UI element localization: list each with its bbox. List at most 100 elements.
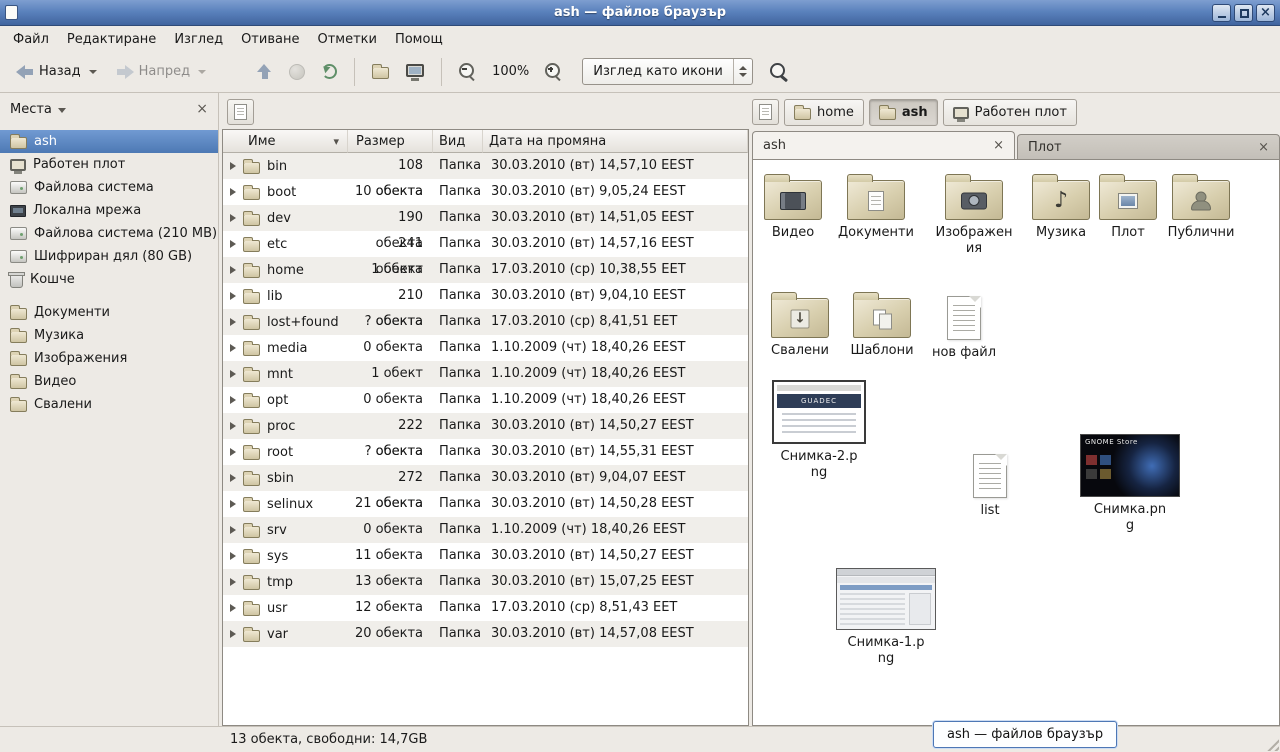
zoom-in-button[interactable]	[538, 57, 569, 87]
search-button[interactable]	[756, 57, 795, 87]
sidebar-item-6[interactable]: Кошче	[0, 268, 218, 291]
column-header-type[interactable]: Вид	[433, 130, 483, 153]
file-item-snimka[interactable]: GNOME Store Снимка.png	[1078, 434, 1182, 534]
column-header-name[interactable]: Име ▾	[223, 130, 348, 153]
menu-item-4[interactable]: Отметки	[308, 29, 385, 50]
menu-item-2[interactable]: Изглед	[165, 29, 232, 50]
table-row[interactable]: tmp13 обектаПапка30.03.2010 (вт) 15,07,2…	[223, 569, 748, 595]
zoom-out-button[interactable]	[452, 57, 483, 87]
back-dropdown-icon[interactable]	[89, 70, 97, 74]
expander-icon[interactable]	[230, 448, 236, 456]
computer-button[interactable]	[399, 57, 431, 87]
icon-view[interactable]: Видео Документи Изображения ♪ Музика Пло…	[752, 159, 1280, 726]
titlebar[interactable]: ash — файлов браузър ×	[0, 0, 1280, 26]
expander-icon[interactable]	[230, 162, 236, 170]
table-row[interactable]: selinux21 обектаПапка30.03.2010 (вт) 14,…	[223, 491, 748, 517]
up-button[interactable]	[250, 57, 279, 87]
table-row[interactable]: etc241 обектаПапка30.03.2010 (вт) 14,57,…	[223, 231, 748, 257]
file-item-documents[interactable]: Документи	[833, 172, 919, 241]
table-row[interactable]: lost+found? обектаПапка17.03.2010 (ср) 8…	[223, 309, 748, 335]
menu-item-0[interactable]: Файл	[4, 29, 58, 50]
view-mode-select[interactable]: Изглед като икони	[582, 58, 753, 85]
expander-icon[interactable]	[230, 526, 236, 534]
expander-icon[interactable]	[230, 344, 236, 352]
close-button[interactable]: ×	[1256, 4, 1275, 22]
expander-icon[interactable]	[230, 552, 236, 560]
sidebar-item-8[interactable]: Музика	[0, 324, 218, 347]
expander-icon[interactable]	[230, 214, 236, 222]
sidebar-close-icon[interactable]: ×	[196, 101, 208, 117]
tab-ash[interactable]: ash ×	[752, 131, 1015, 159]
column-header-date[interactable]: Дата на промяна	[483, 130, 748, 153]
table-row[interactable]: opt0 обектаПапка1.10.2009 (чт) 18,40,26 …	[223, 387, 748, 413]
path-button-ash[interactable]: ash	[869, 99, 938, 126]
file-item-video[interactable]: Видео	[752, 172, 836, 241]
table-row[interactable]: mnt1 обектПапка1.10.2009 (чт) 18,40,26 E…	[223, 361, 748, 387]
sidebar-item-9[interactable]: Изображения	[0, 347, 218, 370]
file-item-images[interactable]: Изображения	[931, 172, 1017, 257]
spinner-arrows-icon[interactable]	[733, 59, 752, 84]
sidebar-item-11[interactable]: Свалени	[0, 393, 218, 416]
tab-close-icon[interactable]: ×	[993, 138, 1004, 153]
back-button[interactable]: Назад	[8, 57, 105, 87]
file-item-downloads[interactable]: ↓ Свалени	[757, 290, 843, 359]
menu-item-1[interactable]: Редактиране	[58, 29, 165, 50]
table-row[interactable]: srv0 обектаПапка1.10.2009 (чт) 18,40,26 …	[223, 517, 748, 543]
table-row[interactable]: bin108 обектаПапка30.03.2010 (вт) 14,57,…	[223, 153, 748, 179]
table-row[interactable]: lib210 обектаПапка30.03.2010 (вт) 9,04,1…	[223, 283, 748, 309]
table-row[interactable]: root? обектаПапка30.03.2010 (вт) 14,55,3…	[223, 439, 748, 465]
path-button-desktop[interactable]: Работен плот	[943, 99, 1077, 126]
sidebar-item-1[interactable]: Работен плот	[0, 153, 218, 176]
home-button[interactable]	[365, 57, 396, 87]
sidebar-dropdown-icon[interactable]	[58, 108, 66, 113]
file-item-public[interactable]: Публични	[1158, 172, 1244, 241]
tab-plot[interactable]: Плот ×	[1017, 134, 1280, 159]
sidebar-item-0[interactable]: ash	[0, 130, 218, 153]
right-pane-location-button[interactable]	[752, 99, 779, 125]
table-row[interactable]: dev190 обектаПапка30.03.2010 (вт) 14,51,…	[223, 205, 748, 231]
file-item-list[interactable]: list	[947, 448, 1033, 519]
table-row[interactable]: boot10 обектаПапка30.03.2010 (вт) 9,05,2…	[223, 179, 748, 205]
table-row[interactable]: sbin272 обектаПапка30.03.2010 (вт) 9,04,…	[223, 465, 748, 491]
expander-icon[interactable]	[230, 630, 236, 638]
table-row[interactable]: var20 обектаПапка30.03.2010 (вт) 14,57,0…	[223, 621, 748, 647]
table-row[interactable]: sys11 обектаПапка30.03.2010 (вт) 14,50,2…	[223, 543, 748, 569]
sidebar-item-3[interactable]: Локална мрежа	[0, 199, 218, 222]
expander-icon[interactable]	[230, 188, 236, 196]
sidebar-item-7[interactable]: Документи	[0, 301, 218, 324]
expander-icon[interactable]	[230, 604, 236, 612]
minimize-button[interactable]	[1212, 4, 1231, 22]
left-pane-location-button[interactable]	[227, 99, 254, 125]
expander-icon[interactable]	[230, 240, 236, 248]
table-row[interactable]: media0 обектаПапка1.10.2009 (чт) 18,40,2…	[223, 335, 748, 361]
sidebar-item-4[interactable]: Файлова система (210 MB)	[0, 222, 218, 245]
column-header-size[interactable]: Размер	[348, 130, 433, 153]
expander-icon[interactable]	[230, 474, 236, 482]
file-item-snimka1[interactable]: Снимка-1.png	[836, 568, 936, 667]
expander-icon[interactable]	[230, 422, 236, 430]
sidebar-title[interactable]: Места	[10, 102, 52, 117]
file-item-new-file[interactable]: нов файл	[921, 290, 1007, 361]
expander-icon[interactable]	[230, 370, 236, 378]
expander-icon[interactable]	[230, 266, 236, 274]
table-row[interactable]: proc222 обектаПапка30.03.2010 (вт) 14,50…	[223, 413, 748, 439]
expander-icon[interactable]	[230, 318, 236, 326]
file-item-snimka2[interactable]: GUADEC Снимка-2.png	[771, 380, 867, 481]
menu-item-3[interactable]: Отиване	[232, 29, 308, 50]
sidebar-item-10[interactable]: Видео	[0, 370, 218, 393]
expander-icon[interactable]	[230, 500, 236, 508]
file-item-templates[interactable]: Шаблони	[839, 290, 925, 359]
table-row[interactable]: home1 обектПапка17.03.2010 (ср) 10,38,55…	[223, 257, 748, 283]
forward-button[interactable]: Напред	[108, 57, 214, 87]
expander-icon[interactable]	[230, 292, 236, 300]
path-button-home[interactable]: home	[784, 99, 864, 126]
resize-grip-icon[interactable]	[1264, 736, 1279, 751]
sidebar-item-5[interactable]: Шифриран дял (80 GB)	[0, 245, 218, 268]
maximize-button[interactable]	[1234, 4, 1253, 22]
reload-button[interactable]	[315, 57, 344, 87]
stop-button[interactable]	[282, 57, 312, 87]
tab-close-icon[interactable]: ×	[1258, 140, 1269, 155]
table-row[interactable]: usr12 обектаПапка17.03.2010 (ср) 8,51,43…	[223, 595, 748, 621]
expander-icon[interactable]	[230, 578, 236, 586]
menu-item-5[interactable]: Помощ	[386, 29, 452, 50]
